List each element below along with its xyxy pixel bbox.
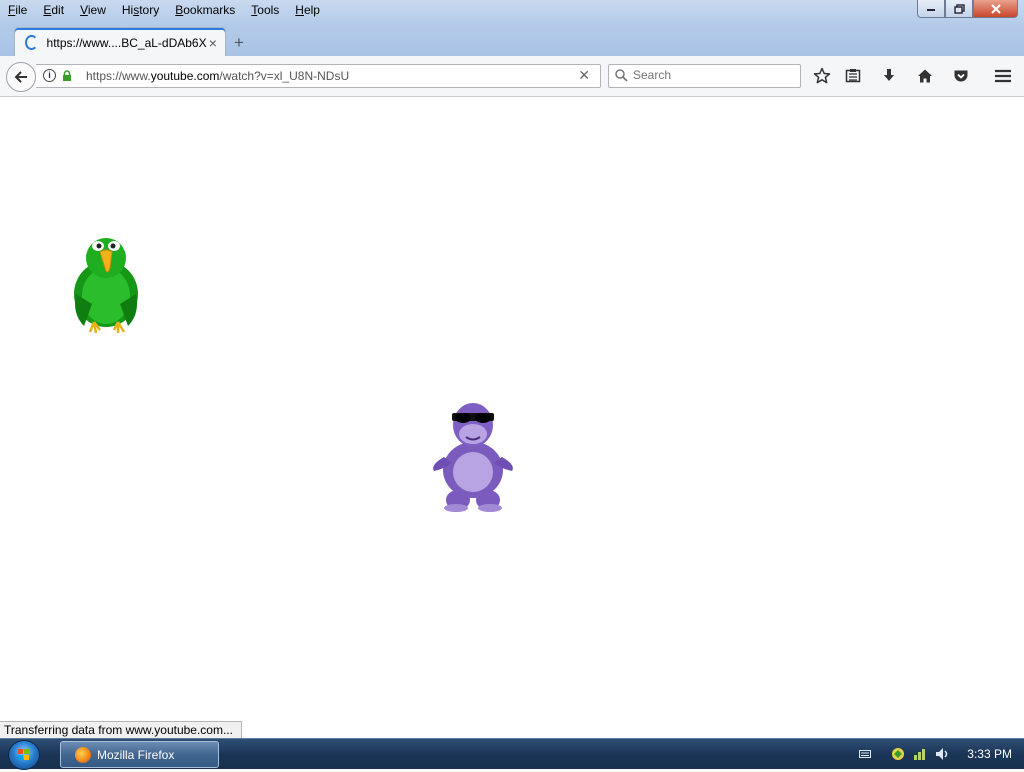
- menu-file[interactable]: File: [0, 0, 35, 20]
- info-icon[interactable]: i: [43, 69, 56, 82]
- home-icon[interactable]: [916, 67, 934, 85]
- new-tab-button[interactable]: +: [234, 33, 244, 53]
- taskbar-firefox-label: Mozilla Firefox: [97, 747, 175, 762]
- menu-bookmarks[interactable]: Bookmarks: [167, 0, 243, 20]
- close-icon: [990, 3, 1001, 14]
- keyboard-icon[interactable]: [857, 746, 873, 762]
- menu-view[interactable]: View: [72, 0, 114, 20]
- minimize-icon: [927, 8, 935, 11]
- taskbar-firefox-button[interactable]: Mozilla Firefox: [60, 741, 219, 768]
- search-icon: [615, 69, 628, 82]
- minimize-button[interactable]: [917, 0, 945, 18]
- close-window-button[interactable]: [973, 0, 1018, 18]
- windows-logo-icon: [18, 749, 29, 760]
- navigation-toolbar: i https://www.youtube.com/watch?v=xl_U8N…: [0, 56, 1024, 97]
- loading-spinner-icon: [25, 35, 38, 50]
- status-bar: Transferring data from www.youtube.com..…: [0, 721, 242, 739]
- window-controls: [917, 0, 1018, 18]
- restore-icon: [953, 3, 965, 14]
- start-button[interactable]: [8, 740, 40, 770]
- clock[interactable]: 3:33 PM: [967, 747, 1012, 761]
- window-titlebar: File Edit View History Bookmarks Tools H…: [0, 0, 1024, 57]
- stop-loading-icon[interactable]: ✕: [578, 67, 590, 84]
- menu-tools[interactable]: Tools: [243, 0, 287, 20]
- download-icon[interactable]: [880, 67, 898, 85]
- menu-bar: File Edit View History Bookmarks Tools H…: [0, 0, 328, 20]
- bonzi-tray-icon[interactable]: [890, 746, 906, 762]
- taskbar: Mozilla Firefox 3:33 PM: [0, 738, 1024, 770]
- lock-icon: [63, 70, 71, 81]
- menu-edit[interactable]: Edit: [35, 0, 72, 20]
- back-button[interactable]: [6, 62, 36, 92]
- purple-gorilla-image: [433, 403, 513, 512]
- volume-icon[interactable]: [934, 746, 950, 762]
- page-content: [0, 97, 1024, 738]
- star-icon[interactable]: [813, 67, 831, 85]
- tab-youtube[interactable]: https://www....BC_aL-dDAb6X ×: [14, 27, 226, 57]
- back-arrow-icon: [14, 71, 27, 83]
- restore-button[interactable]: [945, 0, 973, 18]
- search-input[interactable]: [633, 67, 793, 83]
- pocket-icon[interactable]: [952, 67, 970, 85]
- firefox-icon: [75, 746, 91, 763]
- tab-title: https://www....BC_aL-dDAb6X: [46, 35, 207, 50]
- reading-list-icon[interactable]: [844, 67, 862, 85]
- network-icon[interactable]: [912, 746, 928, 762]
- search-bar[interactable]: [608, 64, 801, 88]
- url-bar[interactable]: i https://www.youtube.com/watch?v=xl_U8N…: [36, 64, 601, 88]
- hamburger-menu-icon[interactable]: [994, 67, 1012, 85]
- menu-help[interactable]: Help: [287, 0, 328, 20]
- menu-history[interactable]: History: [114, 0, 167, 20]
- green-parrot-image: [74, 238, 138, 334]
- system-tray: 3:33 PM: [854, 739, 1024, 769]
- tab-close-button[interactable]: ×: [207, 35, 219, 51]
- url-text[interactable]: https://www.youtube.com/watch?v=xl_U8N-N…: [86, 69, 349, 83]
